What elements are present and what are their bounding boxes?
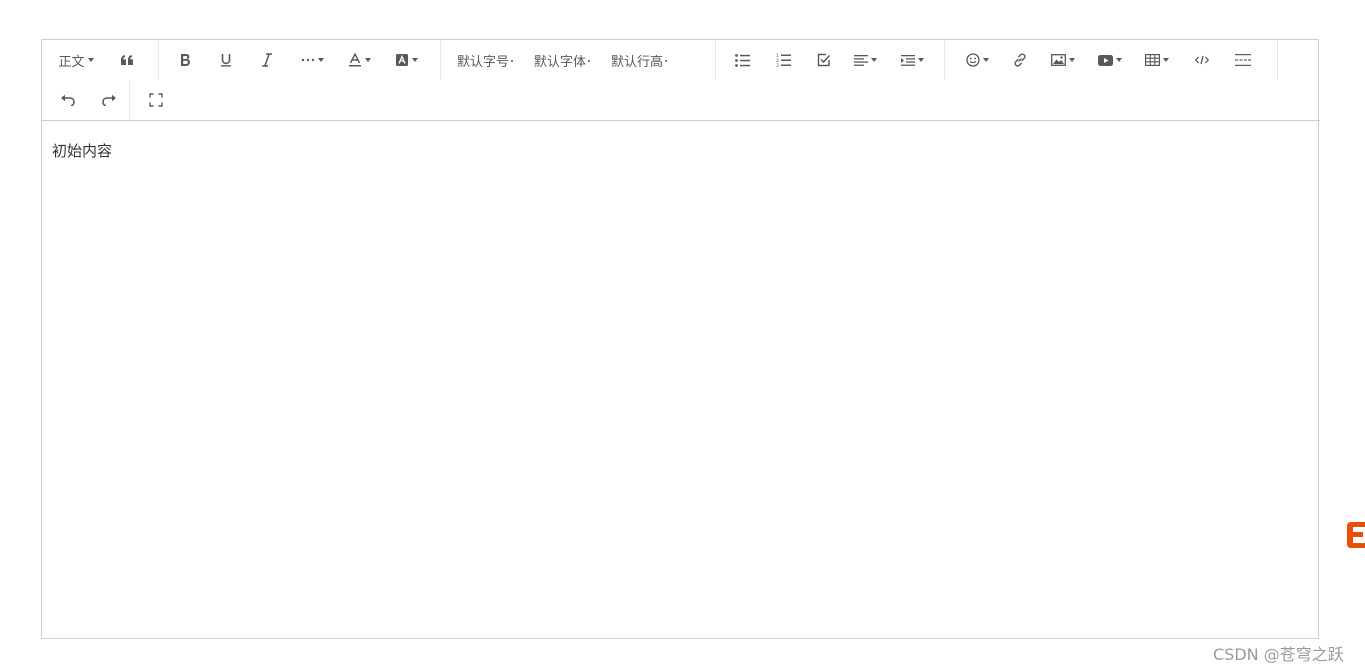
bg-color-icon <box>395 53 409 67</box>
code-block-button[interactable] <box>1186 44 1218 76</box>
align-left-icon <box>853 54 868 66</box>
heading-select[interactable]: 正文 <box>54 44 98 76</box>
toolbar-group-view <box>130 80 181 120</box>
chevron-down-icon <box>1069 58 1075 62</box>
bg-color-button[interactable] <box>390 44 422 76</box>
redo-icon <box>101 94 117 106</box>
editor-content-area[interactable]: 初始内容 <box>42 121 1320 639</box>
toolbar-group-block: 正文 <box>42 40 159 80</box>
indent-icon <box>900 54 915 66</box>
image-icon <box>1051 54 1066 66</box>
font-color-button[interactable] <box>343 44 375 76</box>
toolbar-group-insert <box>945 40 1278 80</box>
bold-icon <box>179 53 191 67</box>
emotion-button[interactable] <box>961 44 993 76</box>
chevron-down-icon <box>87 58 94 62</box>
toolbar-row-2 <box>42 80 181 120</box>
heading-label: 正文 <box>58 54 85 70</box>
image-button[interactable] <box>1047 44 1079 76</box>
font-family-label: 默认字体 <box>534 54 587 70</box>
chevron-down-icon <box>982 58 989 62</box>
font-family-select[interactable]: 默认字体 <box>530 44 594 76</box>
chevron-down-icon <box>870 58 877 62</box>
underline-button[interactable] <box>210 44 242 76</box>
rich-text-editor: 正文 默认字号 默认字体 默认行高 1 2 3 初始内容 <box>41 39 1320 639</box>
italic-button[interactable] <box>251 44 283 76</box>
chevron-down-icon <box>364 58 371 62</box>
chevron-down-icon <box>411 58 418 62</box>
content-paragraph[interactable]: 初始内容 <box>52 140 1310 161</box>
chevron-down-icon <box>1116 58 1122 62</box>
bulleted-list-button[interactable] <box>726 44 758 76</box>
font-color-icon <box>348 53 362 67</box>
font-size-select[interactable]: 默认字号 <box>453 44 517 76</box>
table-button[interactable] <box>1141 44 1173 76</box>
numbered-list-button[interactable]: 123 <box>767 44 799 76</box>
toolbar-group-history <box>42 80 130 120</box>
italic-icon <box>261 53 273 67</box>
line-height-select[interactable]: 默认行高 <box>607 44 671 76</box>
undo-button[interactable] <box>52 84 84 116</box>
fullscreen-icon <box>149 93 163 107</box>
toolbar-group-text-style <box>159 40 441 80</box>
quote-icon <box>120 54 134 66</box>
redo-button[interactable] <box>93 84 125 116</box>
editor-toolbar: 正文 默认字号 默认字体 默认行高 1 2 3 <box>42 40 1320 121</box>
more-style-button[interactable] <box>296 44 328 76</box>
justify-button[interactable] <box>849 44 881 76</box>
bulleted-list-icon <box>734 53 750 67</box>
todo-button[interactable] <box>808 44 840 76</box>
chevron-down-icon <box>511 60 514 62</box>
svg-text:3: 3 <box>776 63 779 67</box>
video-icon <box>1098 54 1113 66</box>
blockquote-button[interactable] <box>111 44 143 76</box>
chevron-down-icon <box>1163 58 1169 62</box>
brand-logo-icon <box>1345 520 1365 552</box>
chevron-down-icon <box>588 60 591 62</box>
smiley-icon <box>965 53 980 67</box>
line-height-label: 默认行高 <box>611 54 664 70</box>
indent-button[interactable] <box>896 44 928 76</box>
table-icon <box>1145 54 1160 66</box>
toolbar-row-1: 正文 默认字号 默认字体 默认行高 1 2 3 <box>42 40 1278 80</box>
numbered-list-icon: 123 <box>776 53 791 67</box>
chevron-down-icon <box>665 60 668 62</box>
divider-icon <box>1235 54 1251 66</box>
chevron-down-icon <box>317 58 324 62</box>
divider-button[interactable] <box>1227 44 1259 76</box>
checkbox-icon <box>817 53 831 67</box>
toolbar-group-list: 123 <box>716 40 945 80</box>
more-icon <box>301 58 315 62</box>
bold-button[interactable] <box>169 44 201 76</box>
toolbar-group-font: 默认字号 默认字体 默认行高 <box>441 40 716 80</box>
underline-icon <box>220 53 232 67</box>
fullscreen-button[interactable] <box>140 84 172 116</box>
watermark-text: CSDN @苍穹之跃 <box>1213 645 1344 664</box>
link-button[interactable] <box>1004 44 1036 76</box>
code-icon <box>1195 55 1209 65</box>
video-button[interactable] <box>1094 44 1126 76</box>
undo-icon <box>60 94 76 106</box>
link-icon <box>1013 53 1027 67</box>
chevron-down-icon <box>917 58 924 62</box>
font-size-label: 默认字号 <box>457 54 510 70</box>
